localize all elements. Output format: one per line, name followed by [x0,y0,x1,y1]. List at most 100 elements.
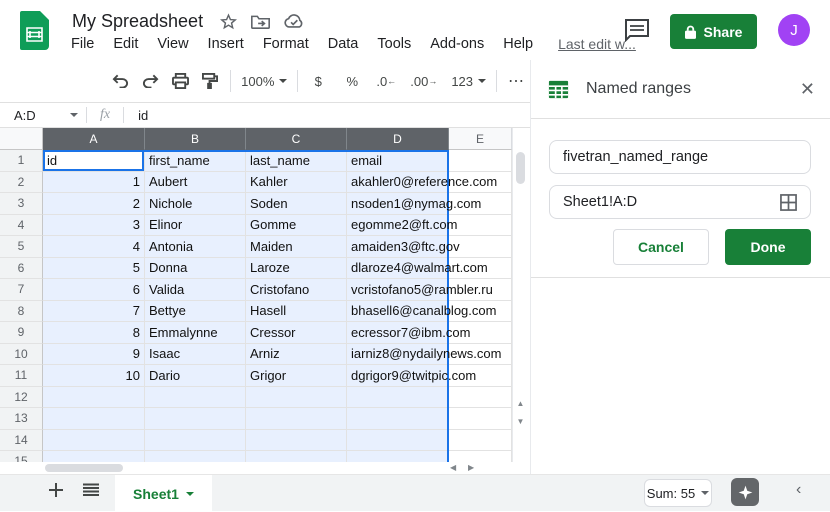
cell-A1[interactable]: id [43,150,145,172]
name-box[interactable]: A:D [0,108,86,123]
format-percent-button[interactable]: % [339,68,365,94]
comment-history-icon[interactable] [624,18,650,42]
cell-B11[interactable]: Dario [145,365,246,387]
scroll-right-icon[interactable]: ▶ [468,464,474,472]
menu-format[interactable]: Format [263,36,309,52]
format-currency-button[interactable]: $ [305,68,331,94]
row-header-8[interactable]: 8 [0,301,43,323]
row-header-11[interactable]: 11 [0,365,43,387]
cell-C3[interactable]: Soden [246,193,347,215]
menu-view[interactable]: View [157,36,188,52]
row-header-6[interactable]: 6 [0,258,43,280]
cell-D1[interactable]: email [347,150,449,172]
cell-D9[interactable]: ecressor7@ibm.com [347,322,449,344]
undo-icon[interactable] [107,68,133,94]
cell-D14[interactable] [347,430,449,452]
collapse-panel-icon[interactable]: ‹ [796,481,801,499]
menu-tools[interactable]: Tools [377,36,411,52]
close-icon[interactable]: ✕ [800,80,815,98]
menu-file[interactable]: File [71,36,94,52]
scroll-down-icon[interactable]: ▼ [515,418,526,426]
paint-format-icon[interactable] [197,68,223,94]
cell-C4[interactable]: Gomme [246,215,347,237]
cell-C8[interactable]: Hasell [246,301,347,323]
cell-D10[interactable]: iarniz8@nydailynews.com [347,344,449,366]
cell-D2[interactable]: akahler0@reference.com [347,172,449,194]
cell-C13[interactable] [246,408,347,430]
cell-A7[interactable]: 6 [43,279,145,301]
cell-A14[interactable] [43,430,145,452]
cell-B3[interactable]: Nichole [145,193,246,215]
cell-B1[interactable]: first_name [145,150,246,172]
cell-B13[interactable] [145,408,246,430]
cell-A11[interactable]: 10 [43,365,145,387]
cell-A10[interactable]: 9 [43,344,145,366]
column-header-C[interactable]: C [246,128,347,150]
scroll-left-icon[interactable]: ◀ [450,464,456,472]
row-header-1[interactable]: 1 [0,150,43,172]
cell-C7[interactable]: Cristofano [246,279,347,301]
cell-B8[interactable]: Bettye [145,301,246,323]
cell-E13[interactable] [449,408,512,430]
cell-B6[interactable]: Donna [145,258,246,280]
horizontal-scrollbar[interactable]: ◀ ▶ [0,462,512,474]
row-header-10[interactable]: 10 [0,344,43,366]
row-header-2[interactable]: 2 [0,172,43,194]
cell-A4[interactable]: 3 [43,215,145,237]
menu-help[interactable]: Help [503,36,533,52]
sheets-logo-icon[interactable] [20,11,49,50]
scroll-up-icon[interactable]: ▲ [515,400,526,408]
cell-A15[interactable] [43,451,145,462]
column-header-E[interactable]: E [449,128,512,150]
cloud-saved-icon[interactable] [284,14,304,29]
cell-D3[interactable]: nsoden1@nymag.com [347,193,449,215]
explore-button[interactable] [731,478,759,506]
range-value-input[interactable]: Sheet1!A:D [549,185,811,219]
cell-C10[interactable]: Arniz [246,344,347,366]
cell-B9[interactable]: Emmalynne [145,322,246,344]
cell-D4[interactable]: egomme2@ft.com [347,215,449,237]
menu-data[interactable]: Data [328,36,359,52]
menu-insert[interactable]: Insert [208,36,244,52]
select-all-corner[interactable] [0,128,43,150]
cell-C11[interactable]: Grigor [246,365,347,387]
share-button[interactable]: Share [670,14,757,49]
cell-A6[interactable]: 5 [43,258,145,280]
cell-B5[interactable]: Antonia [145,236,246,258]
more-toolbar-options[interactable]: ⋯ [504,68,530,94]
cell-A13[interactable] [43,408,145,430]
move-folder-icon[interactable] [251,14,270,29]
column-header-B[interactable]: B [145,128,246,150]
cell-A3[interactable]: 2 [43,193,145,215]
print-icon[interactable] [167,68,193,94]
redo-icon[interactable] [137,68,163,94]
all-sheets-icon[interactable] [82,483,100,497]
cell-E15[interactable] [449,451,512,462]
sheet-tab[interactable]: Sheet1 [115,475,212,512]
menu-addons[interactable]: Add-ons [430,36,484,52]
cell-B7[interactable]: Valida [145,279,246,301]
increase-decimal-button[interactable]: .00→ [407,68,440,94]
column-header-A[interactable]: A [43,128,145,150]
cell-C5[interactable]: Maiden [246,236,347,258]
cell-A8[interactable]: 7 [43,301,145,323]
row-header-14[interactable]: 14 [0,430,43,452]
cell-B15[interactable] [145,451,246,462]
cell-C15[interactable] [246,451,347,462]
horizontal-scrollbar-thumb[interactable] [45,464,123,472]
cell-D6[interactable]: dlaroze4@walmart.com [347,258,449,280]
decrease-decimal-button[interactable]: .0← [373,68,399,94]
row-header-15[interactable]: 15 [0,451,43,462]
cell-E1[interactable] [449,150,512,172]
cell-C12[interactable] [246,387,347,409]
cell-D11[interactable]: dgrigor9@twitpic.com [347,365,449,387]
sum-status-button[interactable]: Sum: 55 [644,479,712,507]
cell-C1[interactable]: last_name [246,150,347,172]
row-header-7[interactable]: 7 [0,279,43,301]
document-title[interactable]: My Spreadsheet [72,11,203,32]
star-icon[interactable] [220,13,237,30]
cell-D8[interactable]: bhasell6@canalblog.com [347,301,449,323]
cell-D15[interactable] [347,451,449,462]
vertical-scrollbar[interactable]: ▲ ▼ [512,128,527,462]
range-name-input[interactable]: fivetran_named_range [549,140,811,174]
